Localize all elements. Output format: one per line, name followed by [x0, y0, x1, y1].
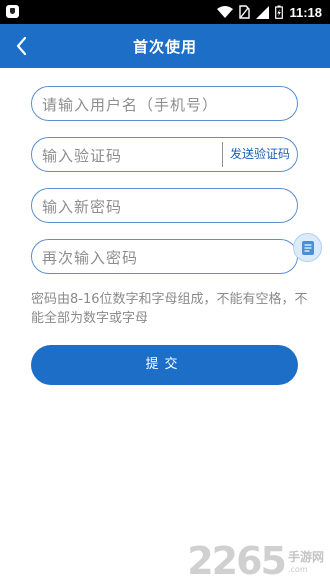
submit-button[interactable]: 提交: [31, 345, 298, 385]
watermark-domain: .com: [287, 565, 308, 574]
floating-notes-button[interactable]: [293, 233, 322, 262]
battery-charging-icon: [275, 5, 284, 19]
no-sim-icon: [239, 5, 251, 19]
new-password-input[interactable]: 输入新密码: [31, 188, 298, 223]
watermark-number: 2265: [187, 539, 287, 583]
site-watermark: 2265 手游网 .com: [187, 539, 324, 583]
app-notification-icon: [6, 5, 19, 18]
app-bar: 首次使用: [0, 24, 330, 68]
page-title: 首次使用: [132, 38, 197, 56]
watermark-site: 手游网: [287, 550, 324, 564]
status-bar: 11:18: [0, 0, 330, 24]
watermark-text: 手游网 .com: [288, 548, 324, 574]
clock: 11:18: [289, 4, 322, 20]
document-icon: [302, 241, 314, 255]
status-icons: 11:18: [217, 3, 322, 21]
confirm-password-placeholder: 再次输入密码: [42, 249, 139, 267]
send-code-button[interactable]: 发送验证码: [222, 142, 297, 167]
password-rule-hint: 密码由8-16位数字和字母组成，不能有空格，不能全部为数字或字母: [31, 292, 308, 326]
wifi-icon: [217, 6, 234, 18]
verification-code-placeholder: 输入验证码: [42, 147, 123, 165]
new-password-placeholder: 输入新密码: [42, 198, 123, 216]
username-placeholder: 请输入用户名（手机号）: [42, 96, 219, 114]
verification-code-input[interactable]: 输入验证码 发送验证码: [31, 137, 298, 172]
signal-icon: [256, 5, 270, 19]
username-input[interactable]: 请输入用户名（手机号）: [31, 86, 298, 121]
confirm-password-input[interactable]: 再次输入密码: [31, 239, 298, 274]
